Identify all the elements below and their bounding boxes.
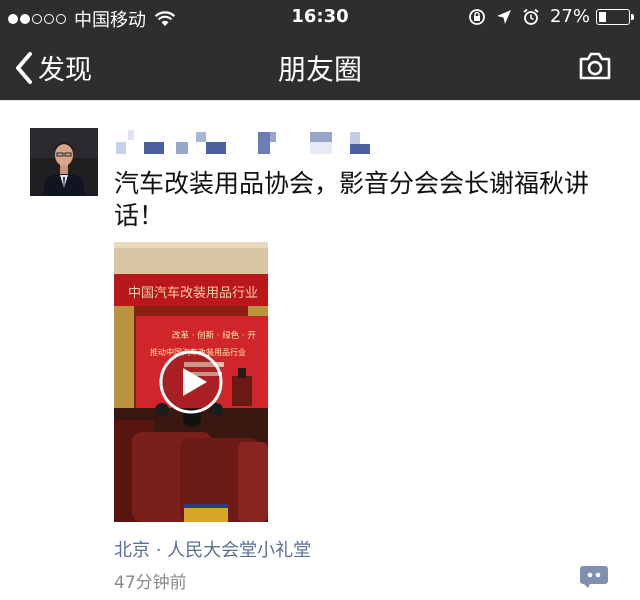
person-photo-icon [30,128,98,196]
post-timestamp: 47分钟前 [114,573,187,593]
page-title: 朋友圈 [277,53,362,86]
comment-icon [580,566,608,588]
location-arrow-icon [496,9,511,24]
video-screen-line-1: 改革 · 创新 · 绿色 · 开 [172,330,256,341]
battery-icon [596,8,634,25]
status-right: 27% [458,6,634,27]
header-divider [0,100,640,101]
alarm-clock-icon [523,8,539,25]
navigation-bar: 发现 朋友圈 [0,34,640,100]
avatar[interactable] [30,128,98,196]
status-bar: 中国移动 16:30 27% [0,0,640,34]
camera-icon [579,52,611,80]
video-banner-text: 中国汽车改装用品行业 [128,285,258,301]
location-link[interactable]: 北京 · 人民大会堂小礼堂 [114,536,311,562]
rotation-lock-icon [469,8,485,25]
camera-button[interactable] [578,52,612,84]
username-blurred[interactable] [114,128,384,158]
video-frame: 中国汽车改装用品行业 改革 · 创新 · 绿色 · 开 推动中国汽车改装用品行业 [114,242,268,522]
battery-level-fill [599,11,606,22]
video-thumbnail[interactable]: 中国汽车改装用品行业 改革 · 创新 · 绿色 · 开 推动中国汽车改装用品行业 [114,242,268,522]
battery-percentage: 27% [549,6,590,27]
post-text: 汽车改装用品协会，影音分会会长谢福秋讲话！ [114,169,590,230]
comment-button[interactable] [580,566,608,588]
